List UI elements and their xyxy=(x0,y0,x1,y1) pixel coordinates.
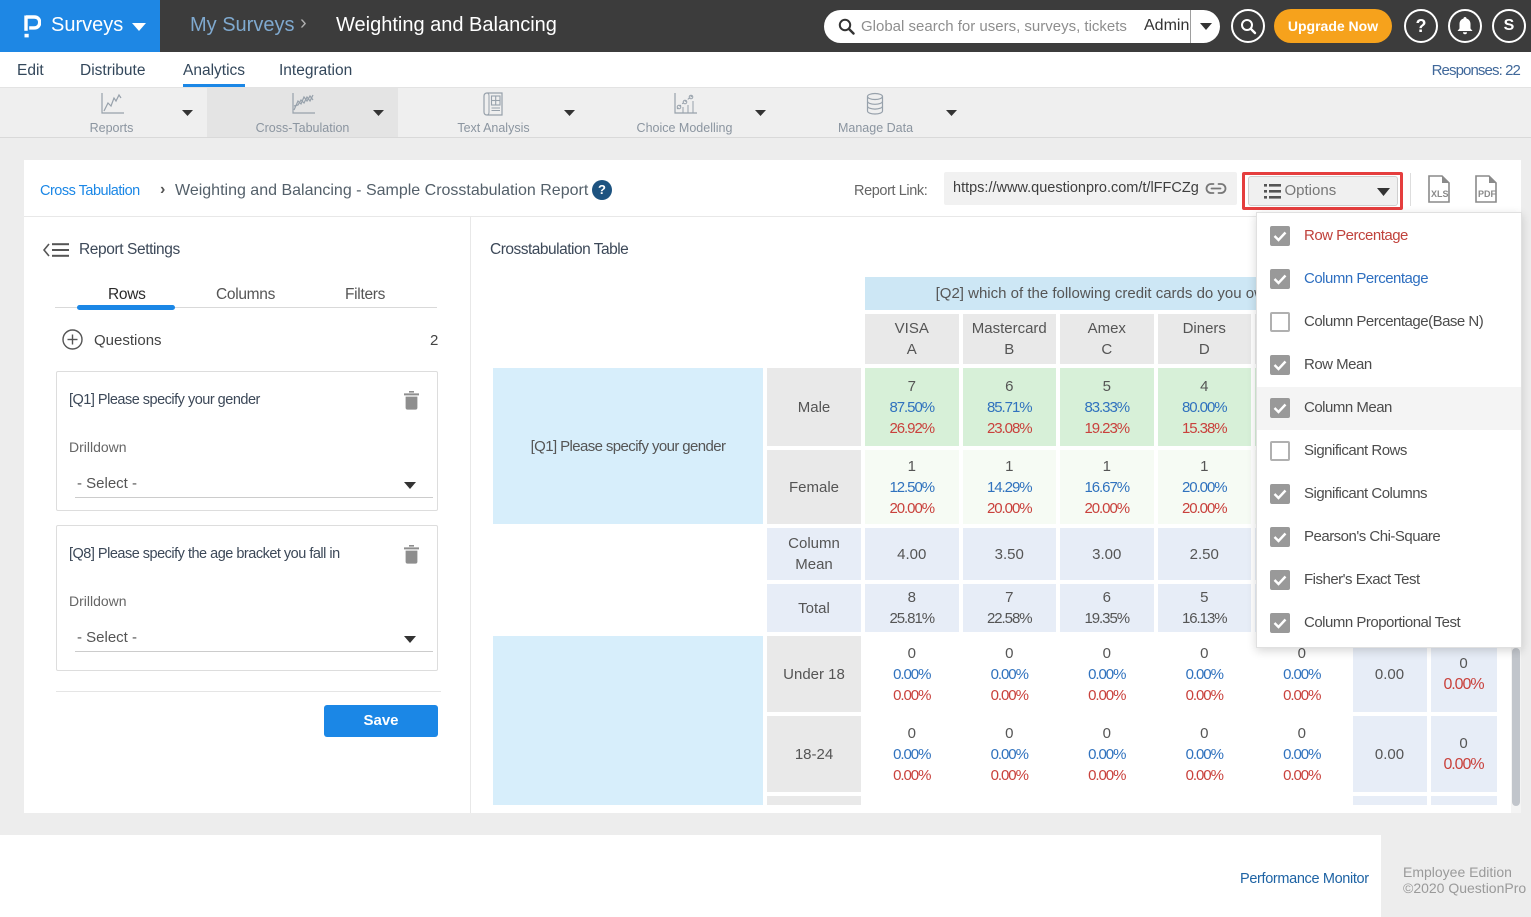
svg-text:XLS: XLS xyxy=(1431,189,1449,199)
svg-text:PDF: PDF xyxy=(1478,189,1497,199)
